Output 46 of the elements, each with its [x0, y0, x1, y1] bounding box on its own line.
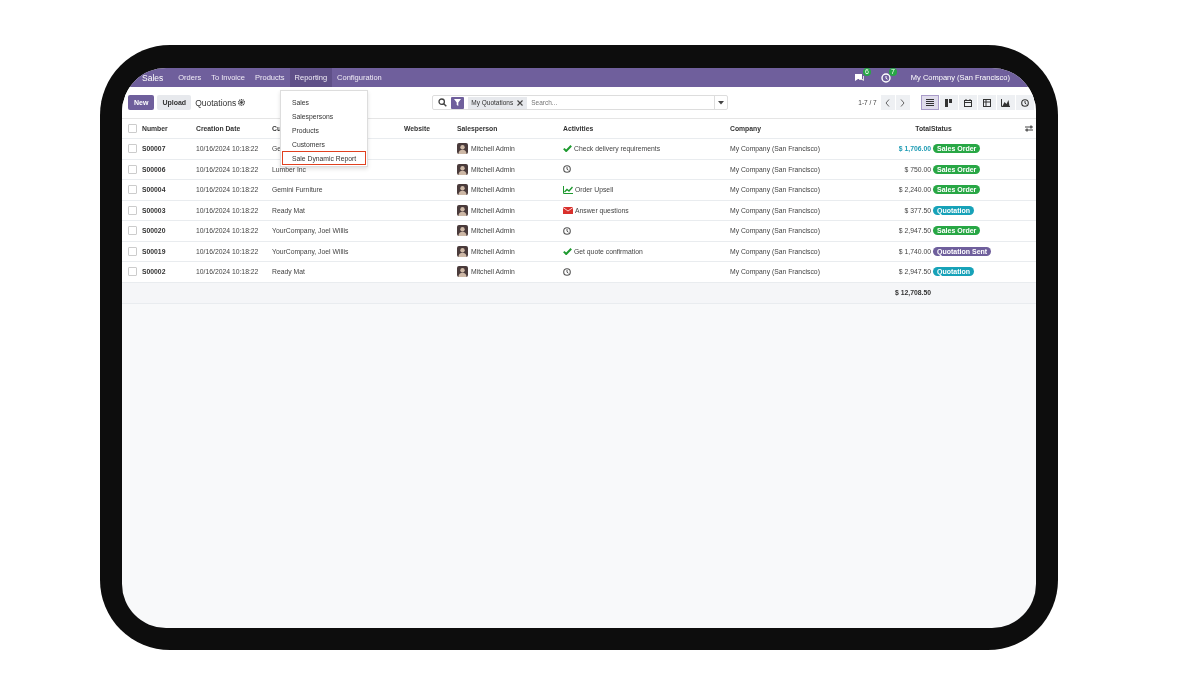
chat-icon[interactable] [854, 72, 865, 83]
checkmark-icon[interactable] [563, 247, 572, 255]
row-checkbox[interactable] [128, 164, 137, 174]
kanban-view-button[interactable] [939, 95, 958, 110]
graph-view-button[interactable] [996, 95, 1015, 110]
clock-icon[interactable] [563, 226, 571, 235]
clock-icon[interactable] [563, 267, 571, 276]
row-checkbox[interactable] [128, 185, 137, 195]
pivot-view-button[interactable] [977, 95, 996, 110]
kanban-icon [944, 98, 953, 107]
chevron-right-icon [900, 98, 906, 107]
calendar-view-button[interactable] [958, 95, 977, 110]
column-settings-icon[interactable] [1025, 125, 1033, 132]
avatar-icon [457, 143, 468, 155]
avatar-icon [457, 266, 468, 278]
avatar-icon [457, 163, 468, 175]
gear-icon[interactable] [238, 99, 246, 106]
page-title: Quotations [195, 97, 237, 108]
table-icon [982, 98, 991, 107]
avatar-icon [457, 225, 468, 237]
chevron-left-icon [885, 98, 891, 107]
activity-view-button[interactable] [1015, 95, 1034, 110]
list-icon [925, 99, 934, 106]
clock-icon[interactable] [563, 165, 571, 174]
close-icon[interactable] [517, 99, 524, 106]
line-chart-icon[interactable] [563, 185, 573, 194]
avatar-icon [457, 245, 468, 257]
checkmark-icon[interactable] [563, 145, 572, 153]
calendar-icon [963, 98, 972, 107]
row-checkbox[interactable] [128, 226, 137, 236]
clock-icon [1020, 98, 1029, 107]
area-chart-icon [1001, 98, 1011, 107]
list-view-button[interactable] [920, 95, 939, 110]
previous-button[interactable] [880, 95, 895, 110]
search-icon [438, 98, 448, 107]
row-checkbox[interactable] [128, 144, 137, 154]
app-name[interactable]: Sales [142, 72, 164, 83]
select-all-checkbox[interactable] [128, 124, 137, 133]
row-checkbox[interactable] [128, 267, 137, 277]
avatar-icon [457, 184, 468, 196]
avatar-icon [457, 204, 468, 216]
envelope-icon[interactable] [563, 206, 573, 214]
filter-icon [451, 96, 465, 109]
row-checkbox[interactable] [128, 246, 137, 256]
row-checkbox[interactable] [128, 205, 137, 215]
next-button[interactable] [895, 95, 910, 110]
